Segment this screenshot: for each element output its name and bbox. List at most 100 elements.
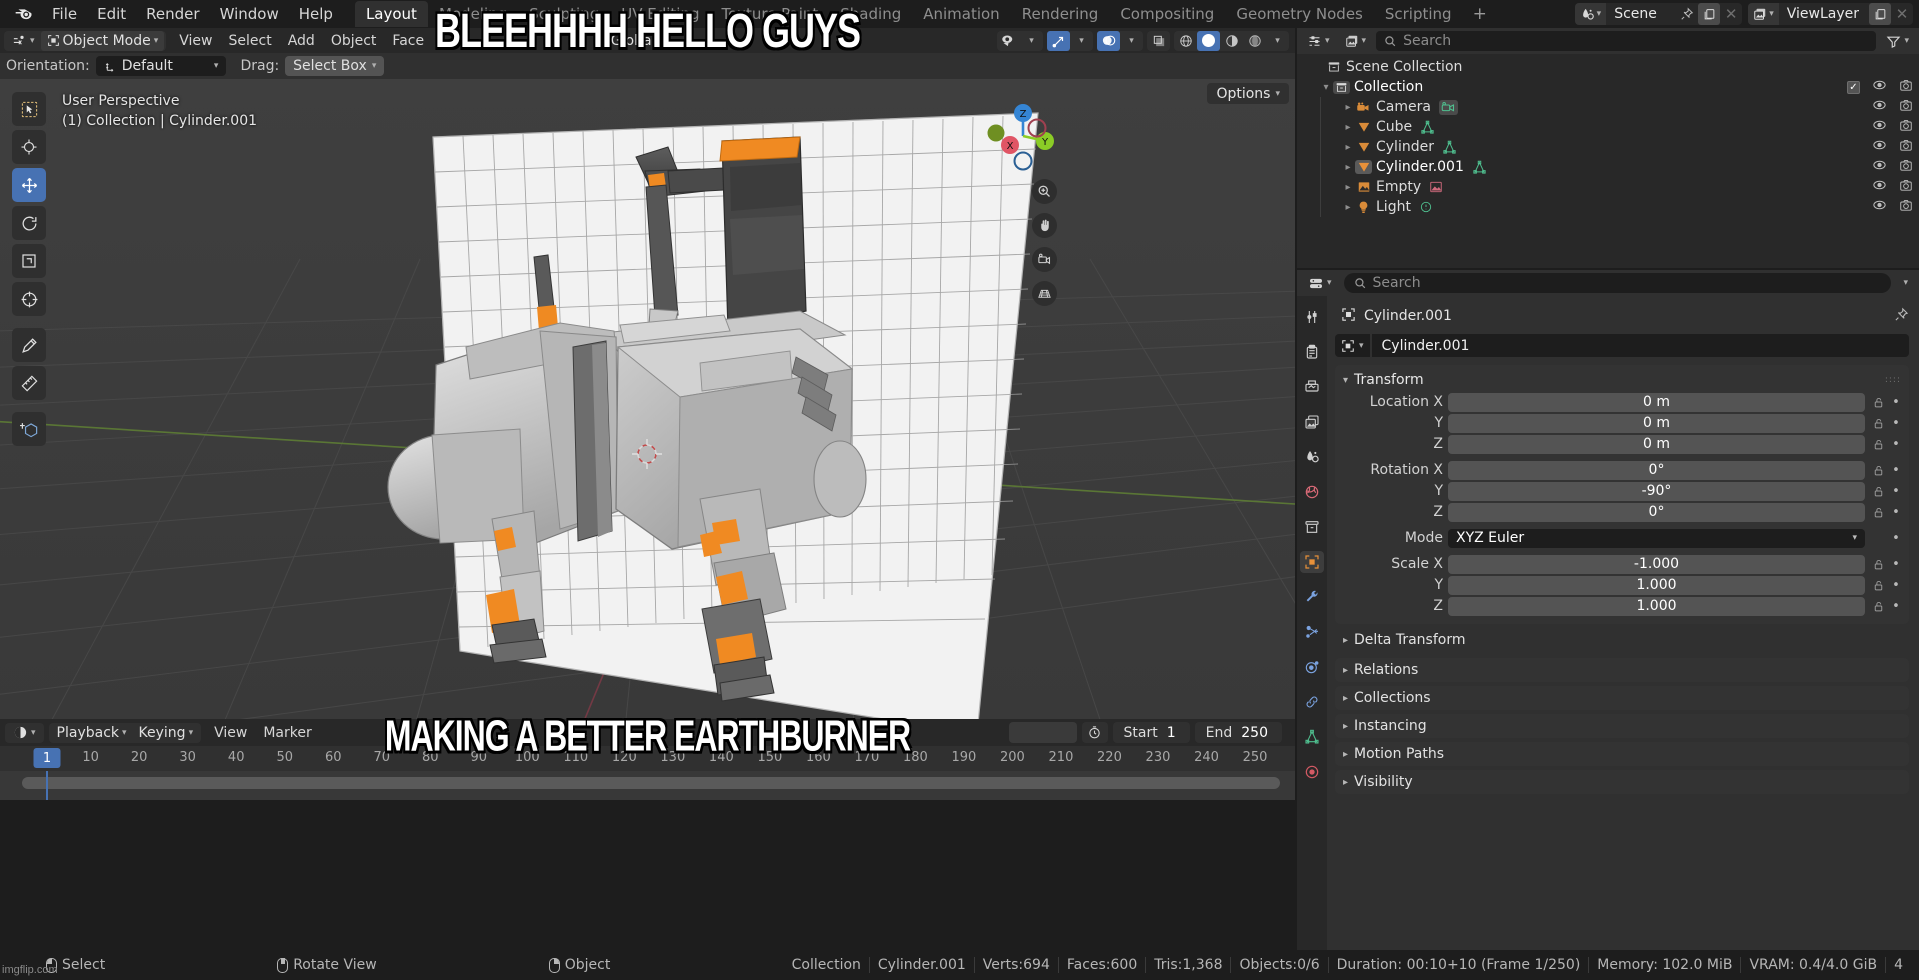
zoom-icon[interactable] xyxy=(1032,179,1057,204)
panel-delta-transform[interactable]: ▸ Delta Transform xyxy=(1335,628,1909,652)
add-cube-tool[interactable] xyxy=(12,412,46,446)
tab-material[interactable] xyxy=(1300,761,1324,783)
properties-editor-icon[interactable]: ▾ xyxy=(1303,273,1337,293)
lock-icon[interactable] xyxy=(1870,579,1886,592)
object-type-selector[interactable]: ▾ xyxy=(1335,334,1370,357)
value-scale-y[interactable]: 1.000 xyxy=(1448,575,1865,595)
properties-search-input[interactable]: Search xyxy=(1343,273,1892,293)
value-rotation-mode[interactable]: XYZ Euler ▾ xyxy=(1448,528,1865,548)
animate-dot-icon[interactable]: • xyxy=(1891,599,1901,614)
lock-icon[interactable] xyxy=(1870,464,1886,477)
outliner-row-cube[interactable]: ▸ Cube xyxy=(1297,117,1919,137)
disclosure-down-icon[interactable]: ▾ xyxy=(1343,375,1348,386)
value-scale-x[interactable]: -1.000 xyxy=(1448,554,1865,574)
tab-physics[interactable] xyxy=(1300,656,1324,678)
add-workspace-button[interactable]: + xyxy=(1463,1,1497,27)
remove-view-layer-icon[interactable]: ✕ xyxy=(1891,3,1913,25)
tab-view-layer[interactable] xyxy=(1300,411,1324,433)
outliner-row-camera[interactable]: ▸ Camera xyxy=(1297,97,1919,117)
tab-object-data[interactable] xyxy=(1300,726,1324,748)
lock-icon[interactable] xyxy=(1870,485,1886,498)
tab-particles[interactable] xyxy=(1300,621,1324,643)
mesh-data-icon[interactable] xyxy=(1420,120,1435,135)
animate-dot-icon[interactable]: • xyxy=(1891,505,1901,520)
value-scale-z[interactable]: 1.000 xyxy=(1448,596,1865,616)
scale-tool[interactable] xyxy=(12,244,46,278)
camera-render-icon[interactable] xyxy=(1899,79,1913,96)
panel-visibility[interactable]: ▸ Visibility xyxy=(1335,770,1909,794)
transform-panel-header[interactable]: ▾ Transform :::: xyxy=(1335,369,1909,391)
disclosure-right-icon[interactable]: ▸ xyxy=(1341,202,1355,213)
eye-icon[interactable] xyxy=(1872,99,1887,115)
scene-icon[interactable]: ▾ xyxy=(1574,3,1607,25)
disclosure-right-icon[interactable]: ▸ xyxy=(1341,142,1355,153)
animate-dot-icon[interactable]: • xyxy=(1891,578,1901,593)
value-location-z[interactable]: 0 m xyxy=(1448,434,1865,454)
transform-tool[interactable] xyxy=(12,282,46,316)
unlink-scene-icon[interactable]: ✕ xyxy=(1720,3,1742,25)
panel-collections[interactable]: ▸ Collections xyxy=(1335,686,1909,710)
camera-render-icon[interactable] xyxy=(1899,139,1913,156)
tab-tool[interactable] xyxy=(1300,306,1324,328)
lock-icon[interactable] xyxy=(1870,600,1886,613)
eye-icon[interactable] xyxy=(1872,179,1887,195)
panel-instancing[interactable]: ▸ Instancing xyxy=(1335,714,1909,738)
timeline-track-area[interactable] xyxy=(0,771,1295,800)
eye-icon[interactable] xyxy=(1872,159,1887,175)
camera-data-icon[interactable] xyxy=(1438,99,1458,115)
value-location-x[interactable]: 0 m xyxy=(1448,392,1865,412)
eye-icon[interactable] xyxy=(1872,79,1887,95)
value-rotation-z[interactable]: 0° xyxy=(1448,502,1865,522)
new-view-layer-icon[interactable] xyxy=(1869,3,1891,25)
eye-icon[interactable] xyxy=(1872,119,1887,135)
outliner-row-scene-collection[interactable]: Scene Collection xyxy=(1297,57,1919,77)
camera-icon[interactable] xyxy=(1032,247,1057,272)
disclosure-right-icon[interactable]: ▸ xyxy=(1341,182,1355,193)
measure-tool[interactable] xyxy=(12,366,46,400)
tab-render[interactable] xyxy=(1300,341,1324,363)
animate-dot-icon[interactable]: • xyxy=(1891,484,1901,499)
tab-collection[interactable] xyxy=(1300,516,1324,538)
tab-modifiers[interactable] xyxy=(1300,586,1324,608)
collection-checkbox[interactable]: ✓ xyxy=(1847,80,1860,94)
animate-dot-icon[interactable]: • xyxy=(1891,557,1901,572)
camera-render-icon[interactable] xyxy=(1899,99,1913,116)
mesh-data-icon[interactable] xyxy=(1442,140,1457,155)
light-data-icon[interactable] xyxy=(1419,200,1433,214)
lock-icon[interactable] xyxy=(1870,506,1886,519)
tab-output[interactable] xyxy=(1300,376,1324,398)
drag-grip-icon[interactable]: :::: xyxy=(1885,375,1901,384)
scene-selector[interactable]: ▾ Scene ✕ xyxy=(1574,3,1743,25)
outliner-row-cylinder[interactable]: ▸ Cylinder xyxy=(1297,137,1919,157)
outliner-scene-filter-icon[interactable]: ▾ xyxy=(1339,31,1372,51)
navigation-gizmo[interactable]: Z Y X xyxy=(983,96,1063,176)
animate-dot-icon[interactable]: • xyxy=(1891,437,1901,452)
tab-constraints[interactable] xyxy=(1300,691,1324,713)
tab-world[interactable] xyxy=(1300,481,1324,503)
animate-dot-icon[interactable]: • xyxy=(1891,395,1901,410)
value-rotation-x[interactable]: 0° xyxy=(1448,460,1865,480)
viewport-options-button[interactable]: Options ▾ xyxy=(1207,83,1289,104)
panel-motion-paths[interactable]: ▸ Motion Paths xyxy=(1335,742,1909,766)
disclosure-right-icon[interactable]: ▸ xyxy=(1341,162,1355,173)
rotate-tool[interactable] xyxy=(12,206,46,240)
pan-hand-icon[interactable] xyxy=(1032,213,1057,238)
image-data-icon[interactable] xyxy=(1429,180,1443,194)
outliner-search-input[interactable]: Search xyxy=(1376,31,1877,51)
mesh-data-icon[interactable] xyxy=(1472,160,1487,175)
disclosure-right-icon[interactable]: ▸ xyxy=(1341,102,1355,113)
outliner-row-empty[interactable]: ▸ Empty xyxy=(1297,177,1919,197)
outliner-display-mode-icon[interactable]: ▾ xyxy=(1302,31,1335,51)
disclosure-right-icon[interactable]: ▸ xyxy=(1341,122,1355,133)
camera-render-icon[interactable] xyxy=(1899,119,1913,136)
tweak-tool[interactable] xyxy=(12,92,46,126)
outliner-row-cylinder-001[interactable]: ▸ Cylinder.001 xyxy=(1297,157,1919,177)
value-rotation-y[interactable]: -90° xyxy=(1448,481,1865,501)
lock-icon[interactable] xyxy=(1870,438,1886,451)
outliner-row-light[interactable]: ▸ Light xyxy=(1297,197,1919,217)
lock-icon[interactable] xyxy=(1870,558,1886,571)
camera-render-icon[interactable] xyxy=(1899,179,1913,196)
perspective-grid-icon[interactable] xyxy=(1032,281,1057,306)
animate-dot-icon[interactable]: • xyxy=(1891,463,1901,478)
disclosure-down-icon[interactable]: ▾ xyxy=(1319,82,1333,93)
